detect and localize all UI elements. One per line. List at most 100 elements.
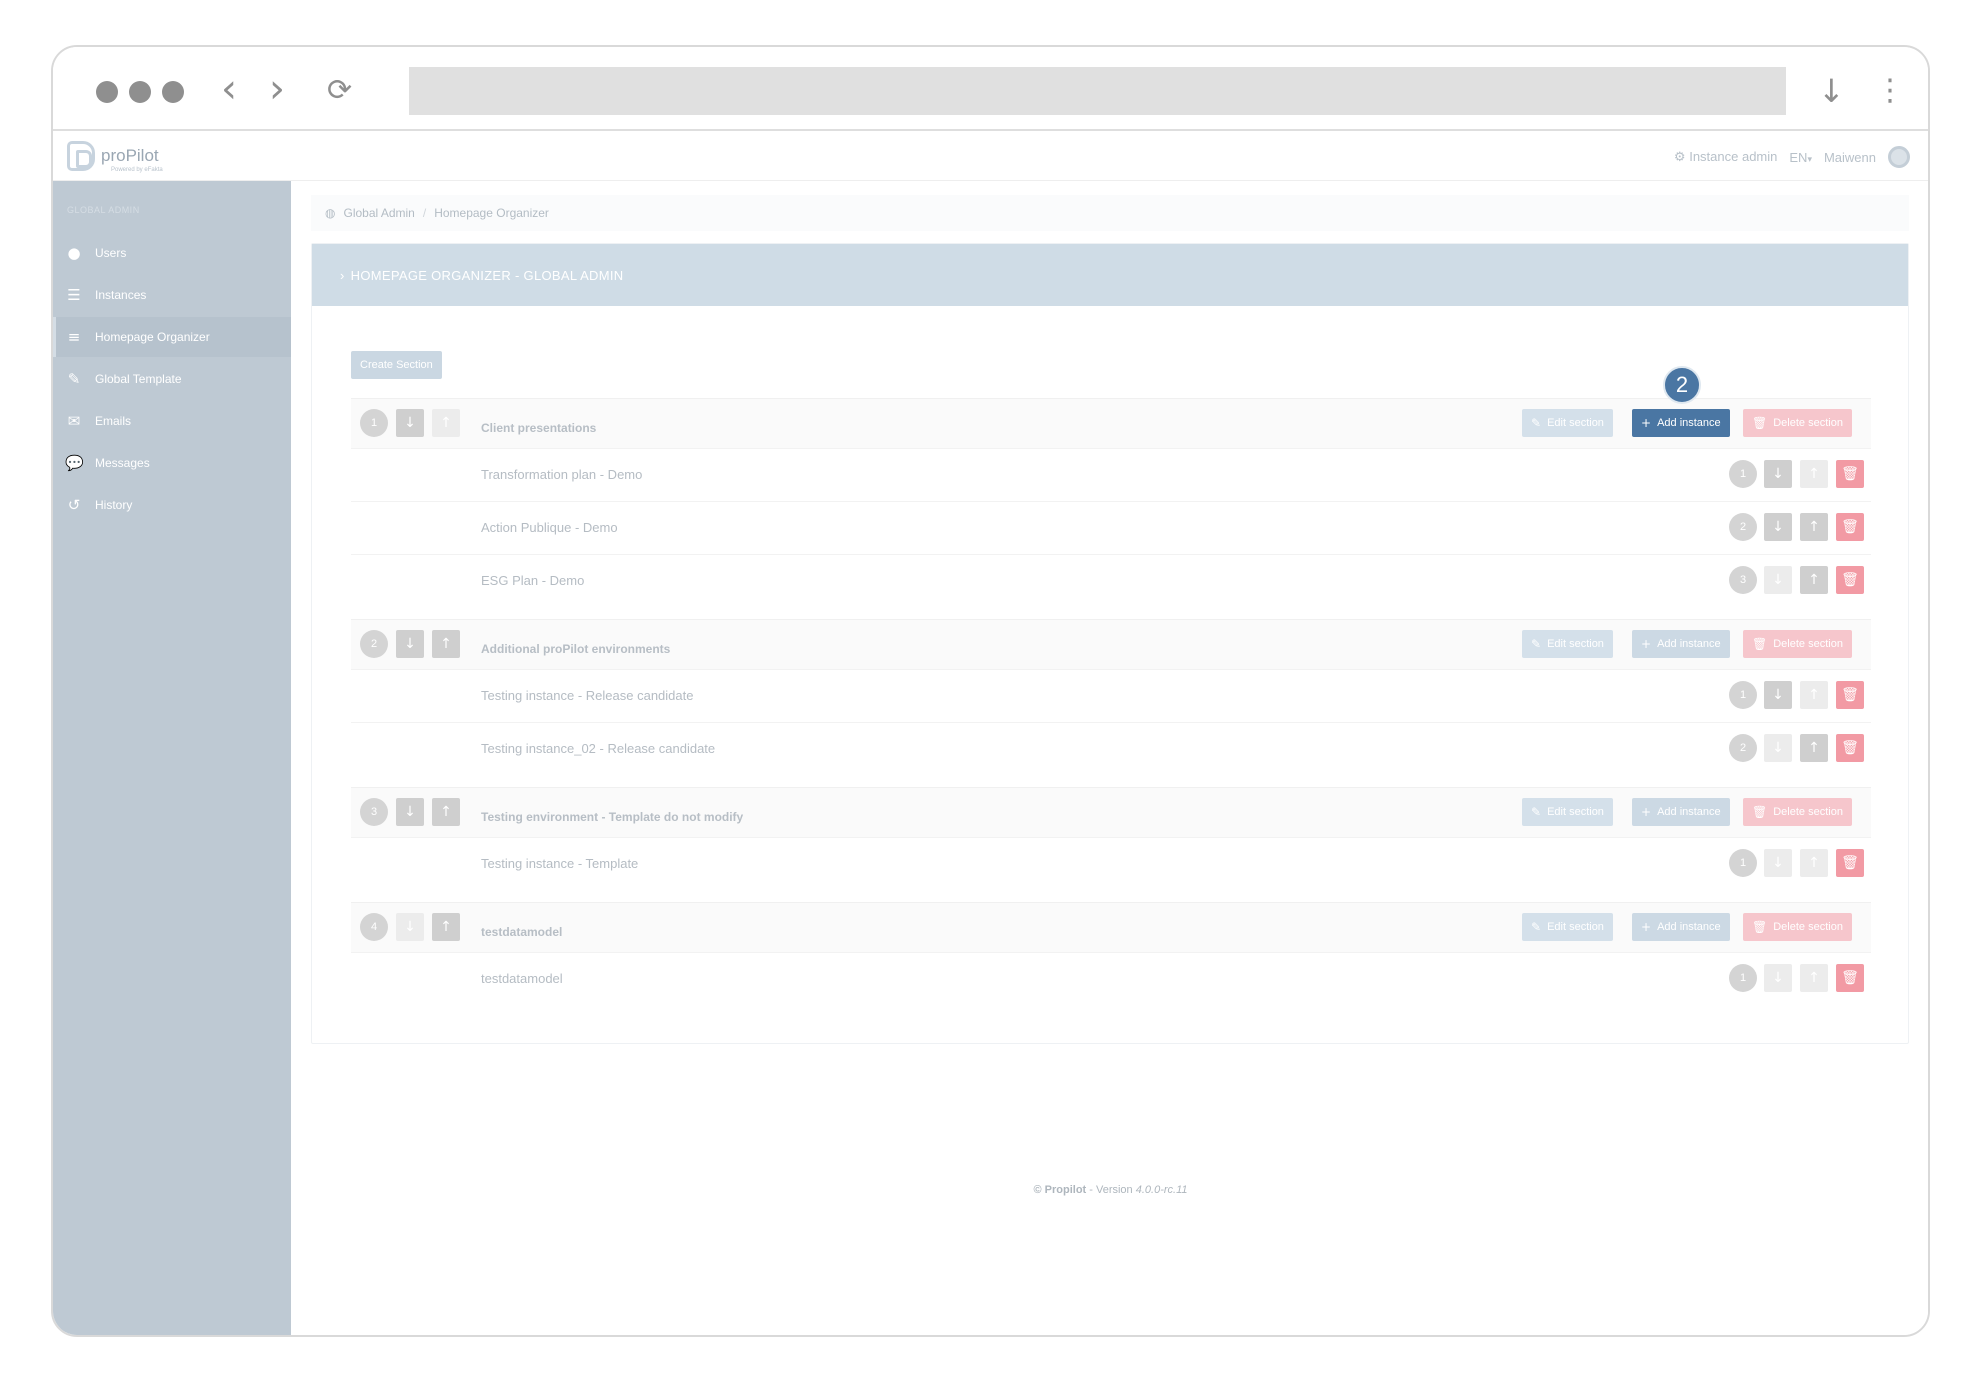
arrow-down-icon: ↓ xyxy=(404,415,416,431)
create-section-button[interactable]: Create Section xyxy=(351,351,442,379)
arrow-up-icon: ↑ xyxy=(1808,855,1820,871)
delete-section-button[interactable]: 🗑 Delete section xyxy=(1743,913,1852,941)
edit-section-button[interactable]: ✎ Edit section xyxy=(1522,798,1613,826)
delete-instance-button[interactable]: 🗑 xyxy=(1836,513,1864,541)
edit-icon: ✎ xyxy=(1531,637,1542,651)
instance-number-badge: 3 xyxy=(1729,566,1757,594)
delete-section-button[interactable]: 🗑 Delete section xyxy=(1743,409,1852,437)
sidebar-item-global-template[interactable]: ✎ Global Template xyxy=(53,359,291,399)
instance-admin-link[interactable]: ⚙ Instance admin xyxy=(1674,149,1777,165)
arrow-up-icon: ↑ xyxy=(440,636,452,652)
kebab-menu-icon[interactable]: ⋮ xyxy=(1875,69,1905,113)
move-up-button[interactable]: ↑ xyxy=(432,409,460,437)
move-up-button[interactable]: ↑ xyxy=(1800,460,1828,488)
arrow-down-icon: ↓ xyxy=(404,919,416,935)
move-down-button[interactable]: ↓ xyxy=(1764,734,1792,762)
move-down-button[interactable]: ↓ xyxy=(1764,964,1792,992)
language-dropdown[interactable]: EN▾ xyxy=(1789,150,1812,165)
move-up-button[interactable]: ↑ xyxy=(432,630,460,658)
delete-instance-button[interactable]: 🗑 xyxy=(1836,734,1864,762)
section-number-badge: 4 xyxy=(360,913,388,941)
move-down-button[interactable]: ↓ xyxy=(1764,566,1792,594)
move-up-button[interactable]: ↑ xyxy=(1800,734,1828,762)
move-up-button[interactable]: ↑ xyxy=(1800,964,1828,992)
delete-section-button[interactable]: 🗑 Delete section xyxy=(1743,630,1852,658)
add-instance-button[interactable]: + Add instance xyxy=(1632,409,1730,437)
window-dot-icon[interactable] xyxy=(162,81,184,103)
add-instance-button[interactable]: + Add instance xyxy=(1632,798,1730,826)
trash-icon: 🗑 xyxy=(1841,466,1859,482)
arrow-up-icon: ↑ xyxy=(1808,970,1820,986)
move-down-button[interactable]: ↓ xyxy=(1764,681,1792,709)
plus-icon: + xyxy=(1641,416,1652,430)
delete-section-button[interactable]: 🗑 Delete section xyxy=(1743,798,1852,826)
address-bar[interactable] xyxy=(409,67,1786,115)
delete-instance-button[interactable]: 🗑 xyxy=(1836,849,1864,877)
sidebar: GLOBAL ADMIN ● Users ☰ Instances ≡ Homep… xyxy=(53,181,291,1335)
delete-instance-button[interactable]: 🗑 xyxy=(1836,460,1864,488)
instance-number-badge: 1 xyxy=(1729,849,1757,877)
footer-copyright: © Propilot xyxy=(1033,1184,1087,1196)
edit-section-button[interactable]: ✎ Edit section xyxy=(1522,630,1613,658)
instance-row: Transformation plan - Demo 1 ↓ ↑ 🗑 xyxy=(351,448,1871,501)
footer-version: 4.0.0-rc.11 xyxy=(1135,1184,1188,1196)
app: proPilot Powered by eFakta ⚙ Instance ad… xyxy=(53,133,1928,1335)
propilot-logo[interactable]: proPilot Powered by eFakta xyxy=(67,141,163,173)
window-dot-icon[interactable] xyxy=(129,81,151,103)
delete-instance-button[interactable]: 🗑 xyxy=(1836,681,1864,709)
sidebar-item-users[interactable]: ● Users xyxy=(53,233,291,273)
chevron-right-icon: › xyxy=(340,267,345,283)
sidebar-item-history[interactable]: ↺ History xyxy=(53,485,291,525)
user-icon: ● xyxy=(67,244,81,262)
move-down-button[interactable]: ↓ xyxy=(396,630,424,658)
instance-name: Action Publique - Demo xyxy=(481,520,618,535)
move-up-button[interactable]: ↑ xyxy=(1800,566,1828,594)
move-down-button[interactable]: ↓ xyxy=(396,913,424,941)
delete-instance-button[interactable]: 🗑 xyxy=(1836,964,1864,992)
history-icon: ↺ xyxy=(67,496,81,514)
move-down-button[interactable]: ↓ xyxy=(1764,513,1792,541)
window-dot-icon[interactable] xyxy=(96,81,118,103)
forward-icon[interactable]: › xyxy=(269,67,285,111)
move-up-button[interactable]: ↑ xyxy=(432,798,460,826)
section-row: 2 ↓ ↑ Additional proPilot environments ✎… xyxy=(351,619,1871,669)
panel-header[interactable]: › HOMEPAGE ORGANIZER - GLOBAL ADMIN xyxy=(312,244,1908,306)
trash-icon: 🗑 xyxy=(1841,687,1859,703)
breadcrumb-separator: / xyxy=(422,206,427,220)
breadcrumb-root[interactable]: Global Admin xyxy=(343,206,414,220)
user-name[interactable]: Maiwenn xyxy=(1824,150,1876,165)
browser-chrome: ‹ › ⟳ ↓ ⋮ xyxy=(53,47,1928,131)
bars-icon: ≡ xyxy=(67,328,81,346)
propilot-logo-icon xyxy=(67,141,95,171)
move-up-button[interactable]: ↑ xyxy=(432,913,460,941)
move-down-button[interactable]: ↓ xyxy=(396,409,424,437)
move-up-button[interactable]: ↑ xyxy=(1800,849,1828,877)
sidebar-heading: GLOBAL ADMIN xyxy=(67,205,140,215)
move-up-button[interactable]: ↑ xyxy=(1800,681,1828,709)
sidebar-item-emails[interactable]: ✉ Emails xyxy=(53,401,291,441)
edit-section-button[interactable]: ✎ Edit section xyxy=(1522,409,1613,437)
section-row: 1 ↓ ↑ Client presentations ✎ Edit section… xyxy=(351,398,1871,448)
instance-name: testdatamodel xyxy=(481,971,563,986)
move-down-button[interactable]: ↓ xyxy=(1764,460,1792,488)
reload-icon[interactable]: ⟳ xyxy=(327,69,352,113)
sidebar-item-homepage-organizer[interactable]: ≡ Homepage Organizer xyxy=(53,317,291,357)
arrow-down-icon: ↓ xyxy=(1772,572,1784,588)
sidebar-item-messages[interactable]: 💬 Messages xyxy=(53,443,291,483)
arrow-down-icon: ↓ xyxy=(1772,970,1784,986)
add-instance-button[interactable]: + Add instance xyxy=(1632,630,1730,658)
move-down-button[interactable]: ↓ xyxy=(396,798,424,826)
delete-instance-button[interactable]: 🗑 xyxy=(1836,566,1864,594)
move-down-button[interactable]: ↓ xyxy=(1764,849,1792,877)
sidebar-item-instances[interactable]: ☰ Instances xyxy=(53,275,291,315)
avatar[interactable] xyxy=(1888,146,1910,168)
add-instance-button[interactable]: + Add instance xyxy=(1632,913,1730,941)
trash-icon: 🗑 xyxy=(1841,740,1859,756)
edit-icon: ✎ xyxy=(1531,416,1542,430)
back-icon[interactable]: ‹ xyxy=(221,67,237,111)
move-up-button[interactable]: ↑ xyxy=(1800,513,1828,541)
edit-section-button[interactable]: ✎ Edit section xyxy=(1522,913,1613,941)
download-icon[interactable]: ↓ xyxy=(1818,69,1845,113)
instance-number-badge: 2 xyxy=(1729,513,1757,541)
trash-icon: 🗑 xyxy=(1841,572,1859,588)
